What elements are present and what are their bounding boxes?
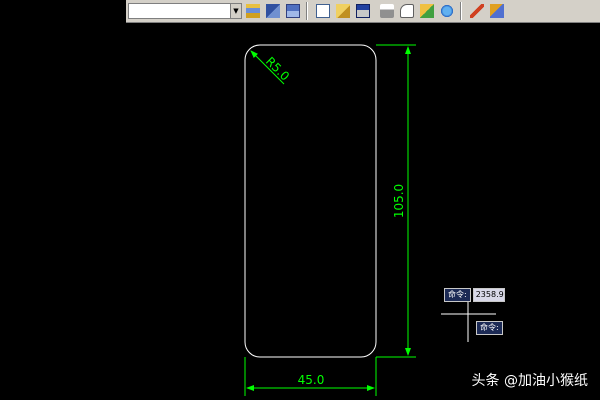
crosshair-cursor: [441, 298, 496, 342]
command-label: 命令:: [444, 288, 471, 302]
watermark: 头条 @加油小猴纸: [471, 373, 588, 389]
radius-dimension[interactable]: R5.0: [250, 50, 292, 85]
dim-width-text: 45.0: [298, 373, 325, 387]
dim-height-text: 105.0: [392, 184, 406, 218]
height-dimension[interactable]: 105.0: [376, 44, 416, 358]
drawing-canvas[interactable]: 45.0 105.0 R5.0: [0, 0, 600, 400]
dim-radius-text: R5.0: [263, 54, 292, 83]
rounded-rectangle[interactable]: [244, 44, 377, 358]
width-dimension[interactable]: 45.0: [244, 357, 377, 396]
command-input[interactable]: 2358.9: [472, 288, 505, 302]
command-prompt-secondary: 命令:: [476, 321, 503, 335]
command-label-2: 命令:: [476, 321, 503, 335]
command-prompt: 命令: 2358.9: [444, 288, 505, 302]
